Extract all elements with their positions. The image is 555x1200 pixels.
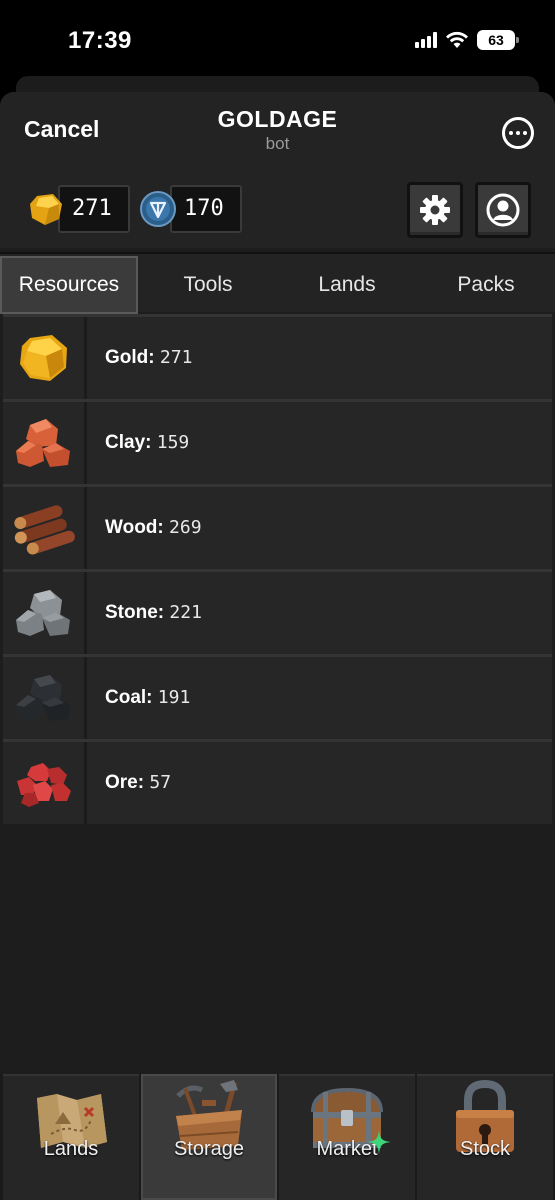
- page-subtitle: bot: [265, 134, 290, 153]
- ton-token-icon: [140, 191, 176, 227]
- status-icons: 63: [415, 30, 519, 50]
- list-item: Gold: 271: [3, 314, 552, 399]
- resource-name: Stone:: [105, 602, 165, 623]
- profile-button[interactable]: [475, 182, 531, 238]
- list-item: Coal: 191: [3, 654, 552, 739]
- list-item: Wood: 269: [3, 484, 552, 569]
- status-time: 17:39: [68, 27, 132, 54]
- coal-icon: [15, 675, 70, 721]
- battery-icon: 63: [477, 30, 519, 50]
- gold-balance-value: 271: [58, 185, 130, 233]
- gear-icon: [420, 195, 450, 225]
- resource-name: Clay:: [105, 432, 152, 453]
- nav-label: Storage: [173, 1138, 245, 1160]
- list-item: Clay: 159: [3, 399, 552, 484]
- resource-name: Gold:: [105, 347, 155, 368]
- resource-name: Ore:: [105, 772, 145, 793]
- ton-balance: 170: [140, 185, 244, 233]
- title-block: GOLDAGE bot: [0, 106, 555, 154]
- nav-label: Lands: [43, 1138, 99, 1160]
- top-bar: Cancel GOLDAGE bot: [0, 92, 555, 170]
- resource-amount: 269: [169, 517, 202, 538]
- settings-button[interactable]: [407, 182, 463, 238]
- nav-market[interactable]: Market: [279, 1074, 415, 1200]
- list-item: Stone: 221: [3, 569, 552, 654]
- resource-amount: 221: [169, 602, 202, 623]
- ton-balance-value: 170: [170, 185, 242, 233]
- resource-name: Wood:: [105, 517, 164, 538]
- signal-icon: [415, 32, 437, 48]
- tab-packs[interactable]: Packs: [417, 256, 555, 314]
- ore-icon: [16, 763, 71, 807]
- gold-nugget-icon: [19, 335, 67, 381]
- stone-icon: [15, 590, 70, 636]
- tab-tools[interactable]: Tools: [139, 256, 277, 314]
- gold-coin-icon: [30, 194, 62, 225]
- sparkle-icon: [367, 1130, 391, 1154]
- tab-lands[interactable]: Lands: [278, 256, 416, 314]
- resource-amount: 57: [149, 772, 172, 793]
- nav-lands[interactable]: Lands: [3, 1074, 139, 1200]
- balance-bar: 271 170: [0, 170, 555, 248]
- page-title: GOLDAGE: [217, 106, 338, 132]
- resource-name: Coal:: [105, 687, 153, 708]
- user-avatar-icon: [486, 193, 520, 227]
- app-sheet: Cancel GOLDAGE bot 271 170 Resources Too…: [0, 92, 555, 1200]
- resource-amount: 191: [157, 687, 191, 708]
- nav-label: Stock: [459, 1138, 511, 1160]
- bottom-nav: Lands Storage Market Stock: [0, 1074, 555, 1200]
- wifi-icon: [446, 31, 468, 48]
- category-tabs: Resources Tools Lands Packs: [0, 252, 555, 314]
- nav-stock[interactable]: Stock: [417, 1074, 553, 1200]
- more-options-button[interactable]: [502, 117, 534, 149]
- nav-label: Market: [316, 1138, 378, 1160]
- status-bar: 17:39 63: [0, 0, 555, 80]
- nav-storage[interactable]: Storage: [141, 1074, 277, 1200]
- resource-amount: 159: [156, 432, 190, 453]
- clay-icon: [15, 419, 70, 467]
- gold-balance: 271: [28, 185, 132, 233]
- resource-list: Gold: 271 Clay: 159 Wood: 269 Stone: 221…: [3, 314, 552, 824]
- resource-amount: 271: [159, 347, 193, 368]
- list-item: Ore: 57: [3, 739, 552, 824]
- tab-resources[interactable]: Resources: [0, 256, 138, 314]
- wood-logs-icon: [13, 505, 75, 555]
